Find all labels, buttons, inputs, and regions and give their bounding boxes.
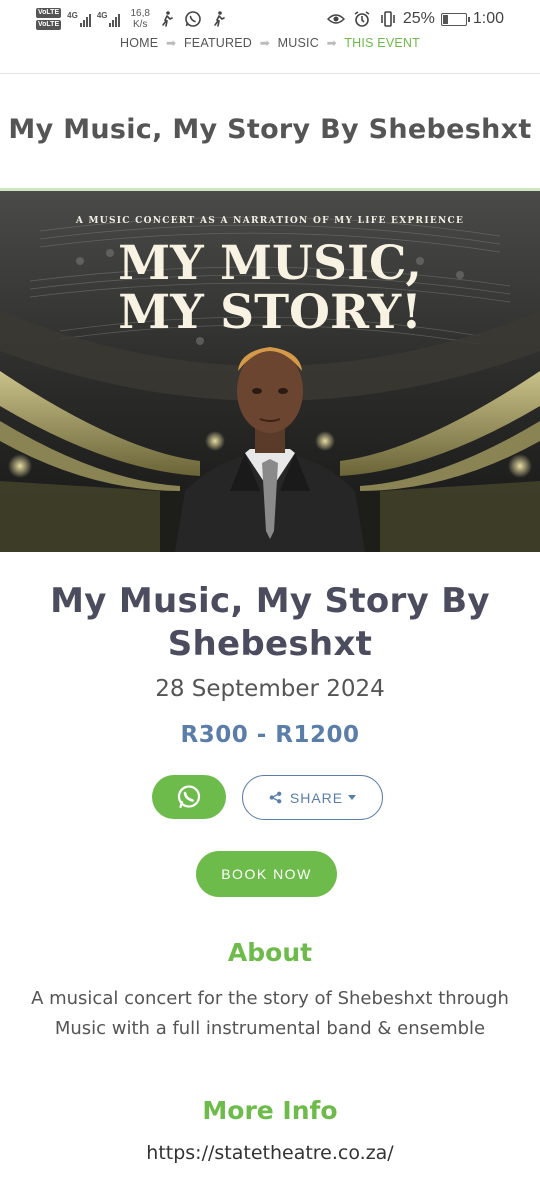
signal-1-icon: 4G — [67, 11, 91, 27]
status-right: 25% 1:00 — [325, 10, 504, 28]
alarm-icon — [354, 11, 370, 27]
event-poster: A MUSIC CONCERT AS A NARRATION OF MY LIF… — [0, 191, 540, 552]
poster-line-1: MY MUSIC, — [118, 236, 422, 291]
battery-percent: 25% — [402, 10, 435, 27]
walking-icon — [162, 11, 173, 27]
poster-line-2: MY STORY! — [118, 285, 422, 340]
clock: 1:00 — [472, 10, 504, 27]
network-type-1: 4G — [67, 11, 78, 20]
network-speed: 16,8 K/s — [130, 8, 149, 30]
share-icon — [269, 791, 282, 804]
vibrate-icon — [381, 11, 395, 27]
about-heading: About — [227, 938, 313, 967]
volte-badge-2: VoLTE — [36, 20, 62, 30]
poster-tagline: A MUSIC CONCERT AS A NARRATION OF MY LIF… — [75, 216, 464, 226]
book-now-button[interactable]: BOOK NOW — [196, 851, 337, 897]
poster-artwork: A MUSIC CONCERT AS A NARRATION OF MY LIF… — [0, 191, 540, 552]
status-bar: VoLTE VoLTE 4G 4G 16,8 K/s 25% 1:00 — [0, 0, 540, 38]
walking-icon-2 — [214, 11, 225, 27]
whatsapp-status-icon — [185, 11, 201, 27]
network-speed-value: 16,8 — [130, 8, 150, 19]
caret-down-icon — [348, 795, 357, 800]
more-info-link[interactable]: https://statetheatre.co.za/ — [0, 1142, 540, 1164]
whatsapp-share-button[interactable] — [152, 775, 226, 819]
volte-indicators: VoLTE VoLTE — [36, 8, 62, 30]
more-info-heading: More Info — [202, 1096, 338, 1125]
share-label: SHARE — [289, 789, 344, 806]
eye-icon — [326, 14, 345, 24]
whatsapp-icon — [177, 785, 201, 809]
share-dropdown-button[interactable]: SHARE — [242, 775, 383, 820]
divider — [0, 73, 540, 74]
breadcrumb-current: THIS EVENT — [344, 36, 420, 50]
page-heading: My Music, My Story By Shebeshxt — [8, 114, 532, 145]
arrow-right-icon: ➡ — [259, 36, 270, 50]
breadcrumb-music[interactable]: MUSIC — [278, 36, 319, 50]
status-left: VoLTE VoLTE 4G 4G 16,8 K/s — [36, 8, 228, 30]
breadcrumb-home[interactable]: HOME — [120, 36, 158, 50]
network-type-2: 4G — [96, 11, 108, 20]
event-price: R300 - R1200 — [180, 722, 360, 748]
about-text: A musical concert for the story of Shebe… — [31, 988, 509, 1039]
arrow-right-icon: ➡ — [166, 36, 177, 50]
breadcrumb-featured[interactable]: FEATURED — [184, 36, 252, 50]
breadcrumb: HOME ➡ FEATURED ➡ MUSIC ➡ THIS EVENT — [0, 36, 540, 50]
network-speed-unit: K/s — [132, 19, 148, 30]
arrow-right-icon: ➡ — [326, 36, 337, 50]
battery-icon — [440, 12, 470, 26]
signal-2-icon: 4G — [97, 11, 121, 27]
event-title: My Music, My Story By Shebeshxt — [50, 581, 490, 664]
volte-badge-1: VoLTE — [36, 8, 62, 18]
event-date: 28 September 2024 — [155, 676, 385, 702]
